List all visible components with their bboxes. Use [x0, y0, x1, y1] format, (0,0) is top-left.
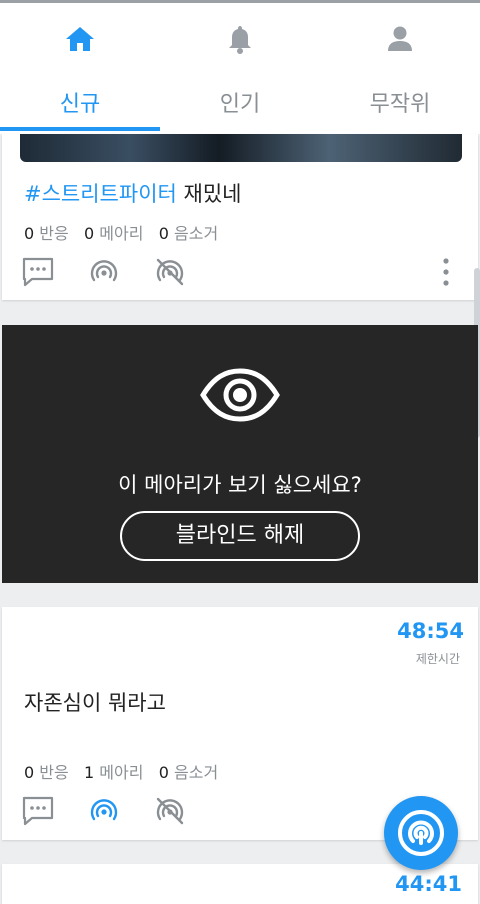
- timer-label: 제한시간: [415, 652, 460, 666]
- reaction-count: 0: [24, 763, 35, 782]
- echo-icon[interactable]: [86, 254, 122, 290]
- feed-tabs: 신규 인기 무작위: [0, 81, 480, 131]
- tab-new-label: 신규: [59, 92, 101, 117]
- timer-value: 48:54: [397, 619, 464, 643]
- post-card[interactable]: 44:41: [2, 864, 478, 904]
- echo-count: 0: [84, 224, 95, 243]
- active-tab-indicator: [0, 127, 160, 131]
- blinded-post-card: 이 메아리가 보기 싫으세요? 블라인드 해제: [2, 325, 478, 583]
- reaction-label: 반응: [39, 224, 69, 243]
- echo-icon-active[interactable]: [86, 793, 122, 829]
- echo-count: 1: [84, 763, 95, 782]
- post-text: 재밌네: [183, 182, 242, 206]
- home-icon[interactable]: [55, 17, 105, 61]
- bell-icon[interactable]: [215, 17, 265, 61]
- blind-question-text: 이 메아리가 보기 싫으세요?: [118, 473, 362, 497]
- echo-icon: [398, 810, 444, 856]
- timer-value: 44:41: [395, 872, 462, 896]
- post-stats: 0 반응 1 메아리 0 음소거: [24, 759, 218, 783]
- mute-icon[interactable]: [152, 254, 188, 290]
- more-options-icon[interactable]: [428, 254, 464, 290]
- tab-random[interactable]: 무작위: [320, 81, 480, 131]
- echo-label: 메아리: [99, 763, 144, 782]
- comment-icon[interactable]: [20, 254, 56, 290]
- post-card[interactable]: #스트리트파이터 재밌네 0 반응 0 메아리 0 음소거: [2, 134, 478, 300]
- mute-icon[interactable]: [152, 793, 188, 829]
- reaction-count: 0: [24, 224, 35, 243]
- eye-icon: [200, 365, 280, 425]
- write-echo-fab[interactable]: [384, 796, 458, 870]
- post-stats: 0 반응 0 메아리 0 음소거: [24, 220, 218, 244]
- post-text: 자존심이 뭐라고: [24, 691, 166, 715]
- top-app-bar: 신규 인기 무작위: [0, 0, 480, 134]
- tab-new[interactable]: 신규: [0, 81, 160, 131]
- post-actions: [20, 254, 460, 290]
- tab-random-label: 무작위: [369, 92, 431, 117]
- mute-count: 0: [158, 763, 169, 782]
- mute-count: 0: [158, 224, 169, 243]
- reaction-label: 반응: [39, 763, 69, 782]
- tab-popular-label: 인기: [219, 92, 261, 117]
- echo-label: 메아리: [99, 224, 144, 243]
- post-title: #스트리트파이터 재밌네: [24, 178, 242, 208]
- comment-icon[interactable]: [20, 793, 56, 829]
- top-icon-row: [0, 17, 480, 67]
- post-image-thumbnail[interactable]: [20, 134, 462, 162]
- tab-popular[interactable]: 인기: [160, 81, 320, 131]
- person-icon[interactable]: [375, 17, 425, 61]
- mute-label: 음소거: [174, 763, 219, 782]
- hashtag-link[interactable]: #스트리트파이터: [24, 182, 177, 206]
- mute-label: 음소거: [174, 224, 219, 243]
- unblind-button[interactable]: 블라인드 해제: [120, 511, 360, 561]
